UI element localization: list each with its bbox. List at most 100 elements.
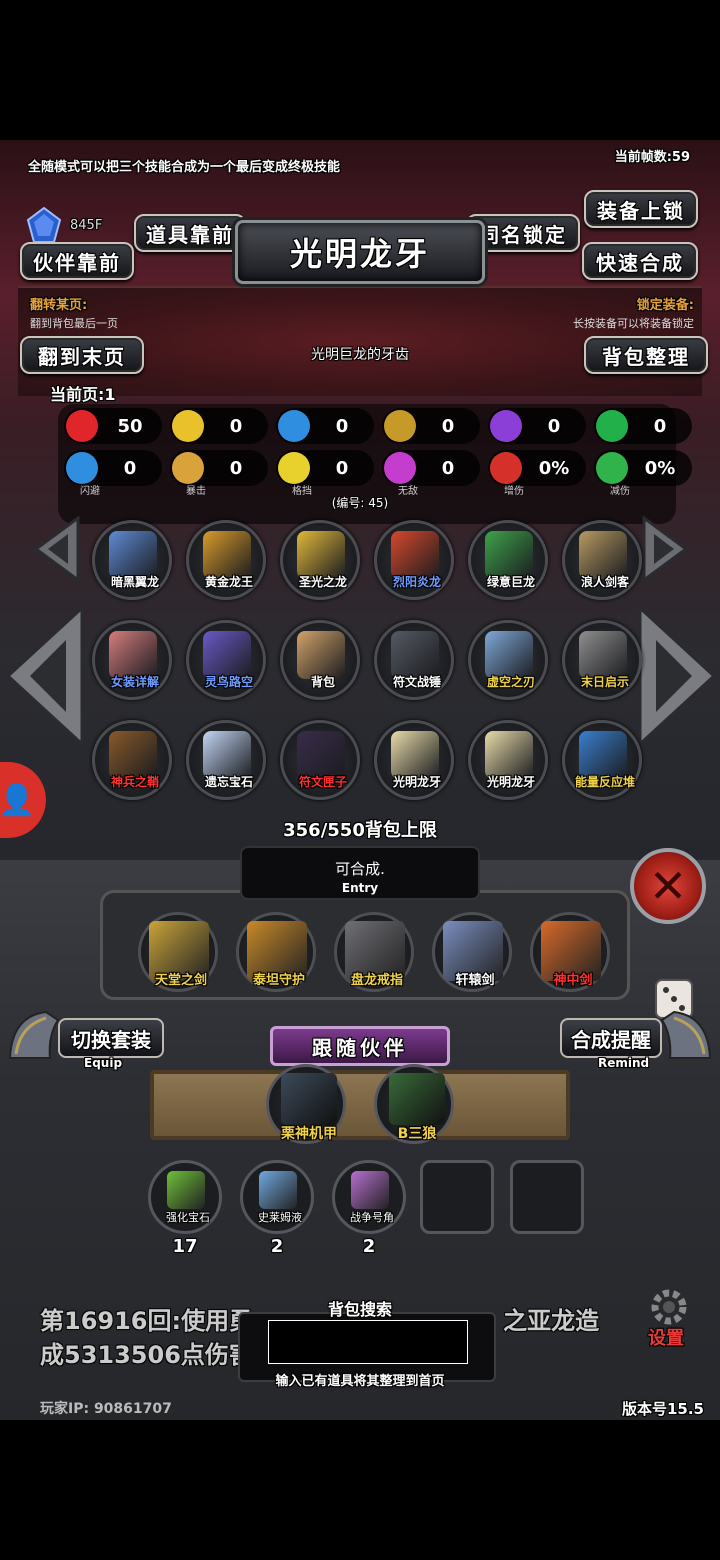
fps-counter: 当前帧数:59: [614, 150, 690, 165]
partner-slot[interactable]: 栗神机甲: [266, 1064, 346, 1144]
bag-item[interactable]: 浪人剑客: [562, 520, 642, 600]
consumable-item[interactable]: 强化宝石: [148, 1160, 222, 1234]
bag-item[interactable]: 符文匣子: [280, 720, 360, 800]
settings-button[interactable]: 设置: [648, 1324, 684, 1350]
bag-item[interactable]: 虚空之刃: [468, 620, 548, 700]
item-image: [109, 731, 157, 779]
partner-front-button[interactable]: 伙伴靠前: [20, 242, 134, 280]
empty-slot[interactable]: [510, 1160, 584, 1234]
heart-icon: [66, 410, 98, 442]
item-name: 能量反应堆: [574, 775, 635, 789]
item-image: [391, 531, 439, 579]
equipped-item[interactable]: 神中剑: [530, 912, 610, 992]
equipped-item[interactable]: 天堂之剑: [138, 912, 218, 992]
stat-value: 0: [229, 415, 243, 437]
item-image: [297, 631, 345, 679]
bag-item[interactable]: 背包: [280, 620, 360, 700]
item-front-button[interactable]: 道具靠前: [134, 214, 246, 252]
search-input[interactable]: [268, 1320, 468, 1364]
item-image: [579, 531, 627, 579]
stat-item: 0 格挡: [276, 450, 374, 497]
strength-icon: [172, 410, 204, 442]
item-image: [391, 631, 439, 679]
gem-icon: [26, 206, 62, 243]
consumable-item[interactable]: 史莱姆液: [240, 1160, 314, 1234]
bag-item[interactable]: 末日启示: [562, 620, 642, 700]
entry-text: 可合成.: [335, 860, 385, 878]
bag-item[interactable]: 绿意巨龙: [468, 520, 548, 600]
partner-image: [281, 1073, 337, 1125]
partner-shelf: [150, 1070, 570, 1140]
close-button[interactable]: ✕: [630, 848, 706, 924]
craft-remind-sub: Remind: [598, 1056, 650, 1070]
partner-image: [389, 1073, 445, 1125]
search-label: 背包搜索: [327, 1300, 392, 1319]
equip-name: 盘龙戒指: [350, 973, 403, 988]
item-image: [203, 531, 251, 579]
prev-page-arrow-icon[interactable]: [6, 606, 84, 746]
item-name: 虚空之刃: [486, 675, 535, 689]
item-name: 绿意巨龙: [486, 575, 535, 589]
item-image: [297, 731, 345, 779]
consumable-name: 战争号角: [350, 1211, 394, 1224]
stat-value: 0: [653, 415, 667, 437]
stat-value: 0: [547, 415, 561, 437]
consumable-name: 史莱姆液: [258, 1211, 302, 1224]
entry-panel: 可合成. Entry: [240, 846, 480, 900]
stat-value: 50: [117, 415, 143, 437]
quick-craft-button[interactable]: 快速合成: [582, 242, 698, 280]
bag-item[interactable]: 遗忘宝石: [186, 720, 266, 800]
follow-partner-button[interactable]: 跟随伙伴: [270, 1026, 450, 1066]
item-name: 遗忘宝石: [204, 775, 253, 789]
equipped-item[interactable]: 盘龙戒指: [334, 912, 414, 992]
equip-name: 天堂之剑: [154, 973, 207, 988]
stat-value: 0: [441, 457, 455, 479]
bag-item[interactable]: 女装详解: [92, 620, 172, 700]
partner-name: B三狼: [397, 1126, 437, 1142]
bag-item[interactable]: 神兵之鞘: [92, 720, 172, 800]
item-image: [203, 631, 251, 679]
damage-up-icon: [490, 452, 522, 484]
bag-item[interactable]: 圣光之龙: [280, 520, 360, 600]
clover-icon: [596, 410, 628, 442]
item-name: 背包: [310, 675, 335, 689]
bag-item[interactable]: 黄金龙王: [186, 520, 266, 600]
game-screen: 全随模式可以把三个技能合成为一个最后变成终极技能 当前帧数:59 845F 装备…: [0, 140, 720, 1420]
equipped-item[interactable]: 泰坦守护: [236, 912, 316, 992]
item-name: 灵鸟路空: [204, 675, 253, 689]
bag-item[interactable]: 光明龙牙: [374, 720, 454, 800]
stat-value: 0: [335, 457, 349, 479]
bag-item[interactable]: 暗黑翼龙: [92, 520, 172, 600]
bag-item[interactable]: 符文战锤: [374, 620, 454, 700]
consumable-item[interactable]: 战争号角: [332, 1160, 406, 1234]
item-image: [203, 731, 251, 779]
stat-item: 0: [488, 408, 586, 444]
partner-slot[interactable]: B三狼: [374, 1064, 454, 1144]
item-name: 末日启示: [580, 675, 629, 689]
bag-item[interactable]: 能量反应堆: [562, 720, 642, 800]
craft-remind-button[interactable]: 合成提醒: [560, 1018, 662, 1058]
bag-item[interactable]: 灵鸟路空: [186, 620, 266, 700]
switch-set-button[interactable]: 切换套装: [58, 1018, 164, 1058]
consumable-image: [259, 1171, 297, 1209]
item-description: 光明巨龙的牙齿: [311, 347, 409, 363]
item-name: 神兵之鞘: [110, 775, 159, 789]
prev-small-arrow-icon[interactable]: [34, 516, 80, 582]
equipped-item[interactable]: 轩辕剑: [432, 912, 512, 992]
version-label: 版本号15.5: [621, 1400, 704, 1418]
empty-slot[interactable]: [420, 1160, 494, 1234]
item-name: 黄金龙王: [204, 575, 253, 589]
bag-capacity: 356/550背包上限: [283, 820, 437, 841]
stat-item: 50: [64, 408, 162, 444]
stat-value: 0: [229, 457, 243, 479]
bag-item[interactable]: 光明龙牙: [468, 720, 548, 800]
close-icon: ✕: [648, 859, 688, 913]
item-title: 光明龙牙: [235, 220, 485, 284]
lock-equip-button[interactable]: 装备上锁: [584, 190, 698, 228]
helmet-right-icon: [660, 1010, 712, 1059]
item-code: (编号: 45): [331, 496, 389, 510]
search-hint: 输入已有道具将其整理到首页: [275, 1374, 445, 1389]
bag-item[interactable]: 烈阳炎龙: [374, 520, 454, 600]
item-name: 符文战锤: [392, 675, 441, 689]
item-image: [485, 531, 533, 579]
